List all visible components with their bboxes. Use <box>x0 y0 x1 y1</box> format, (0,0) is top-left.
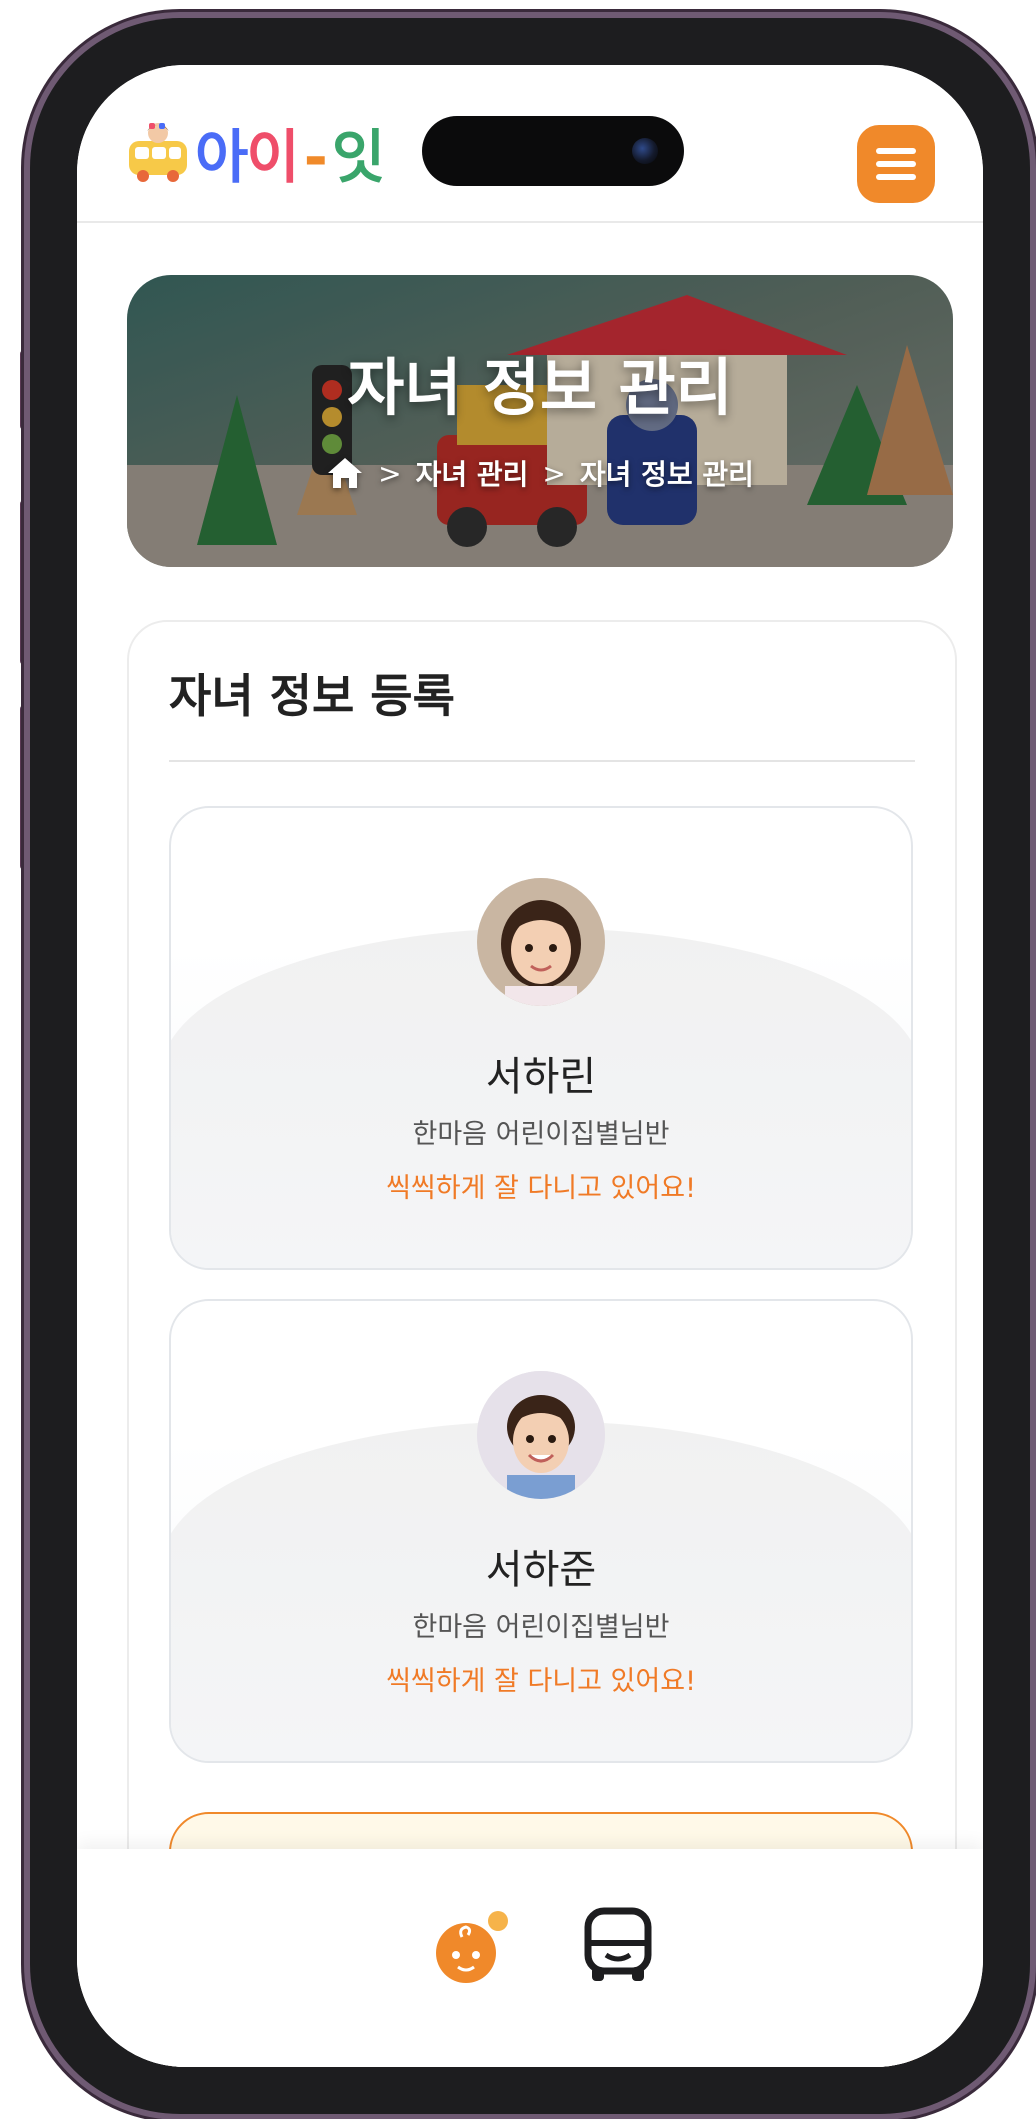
child-name: 서하린 <box>485 1054 597 1100</box>
menu-button[interactable] <box>857 125 935 203</box>
screen: 아이 - 잇 자녀 정보 관리 > 자녀 관리 > 자녀 정보 관리 자녀 정보… <box>77 65 983 2067</box>
breadcrumb-separator: > <box>542 456 566 490</box>
bus-icon[interactable] <box>582 1905 654 1985</box>
child-status: 씩씩하게 잘 다니고 있어요! <box>386 1666 696 1697</box>
child-profile-card[interactable]: 서하준 한마음 어린이집별님반 씩씩하게 잘 다니고 있어요! <box>169 1299 913 1763</box>
avatar <box>477 1371 605 1499</box>
child-photo-boy <box>477 1371 605 1499</box>
avatar <box>477 878 605 1006</box>
logo-char: 잇 <box>331 123 385 191</box>
logo-wordmark: 아이 - 잇 <box>195 110 385 194</box>
dynamic-island <box>422 116 684 186</box>
bottom-tab-bar <box>77 1849 983 2067</box>
child-class: 한마음 어린이집별님반 <box>412 1119 670 1150</box>
divider <box>169 760 915 762</box>
breadcrumb-item-child-manage[interactable]: 자녀 관리 <box>416 453 529 493</box>
child-face-icon[interactable] <box>432 1907 512 1987</box>
logo-char: - <box>303 123 328 191</box>
child-profile-card[interactable]: 서하린 한마음 어린이집별님반 씩씩하게 잘 다니고 있어요! <box>169 806 913 1270</box>
hamburger-icon <box>876 148 916 180</box>
home-icon[interactable] <box>326 456 364 490</box>
breadcrumb-separator: > <box>378 456 402 490</box>
page-title: 자녀 정보 관리 <box>347 351 733 424</box>
camera-icon <box>632 138 658 164</box>
breadcrumb: > 자녀 관리 > 자녀 정보 관리 <box>127 453 953 493</box>
phone-frame: 아이 - 잇 자녀 정보 관리 > 자녀 관리 > 자녀 정보 관리 자녀 정보… <box>30 18 1030 2114</box>
child-class: 한마음 어린이집별님반 <box>412 1612 670 1643</box>
app-logo[interactable]: 아이 - 잇 <box>125 107 385 197</box>
child-photo-girl <box>477 878 605 1006</box>
child-name: 서하준 <box>485 1547 597 1593</box>
section-title: 자녀 정보 등록 <box>169 669 455 723</box>
child-status: 씩씩하게 잘 다니고 있어요! <box>386 1173 696 1204</box>
breadcrumb-item-child-info: 자녀 정보 관리 <box>579 458 754 491</box>
bus-mascot-icon <box>129 123 187 182</box>
logo-char: 이 <box>246 123 299 191</box>
logo-char: 아 <box>195 123 248 191</box>
page-banner: 자녀 정보 관리 > 자녀 관리 > 자녀 정보 관리 <box>127 275 953 567</box>
